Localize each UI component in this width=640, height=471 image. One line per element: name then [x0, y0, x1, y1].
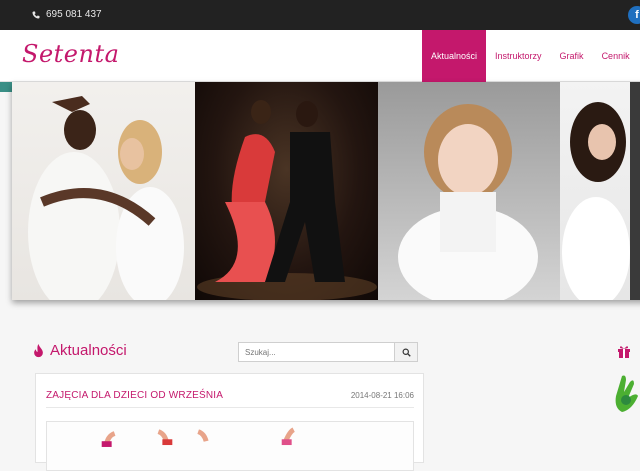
- site-logo[interactable]: Setenta: [22, 40, 119, 68]
- top-bar: 695 081 437 f: [0, 0, 640, 30]
- post-image[interactable]: [46, 421, 414, 471]
- facebook-icon[interactable]: f: [628, 6, 640, 24]
- section-title: Aktualności: [50, 342, 127, 359]
- nav-item-cennik[interactable]: Cennik: [593, 30, 639, 82]
- hero-gallery: [12, 82, 640, 300]
- hand-logo-icon: [612, 372, 640, 419]
- divider: [46, 407, 414, 408]
- photo-child-dancer: [378, 82, 560, 300]
- gift-icon: [618, 346, 630, 358]
- search-input[interactable]: [238, 342, 394, 362]
- nav-item-aktualnosci[interactable]: Aktualności: [422, 30, 487, 82]
- search-button[interactable]: [394, 342, 418, 362]
- flame-icon: [34, 343, 43, 357]
- phone-number: 695 081 437: [46, 9, 102, 20]
- news-section-header: Aktualności: [32, 342, 127, 359]
- phone-contact[interactable]: 695 081 437: [32, 9, 102, 20]
- search-form: [238, 342, 418, 362]
- sidebar-heading: [617, 344, 631, 363]
- search-icon: [402, 348, 411, 357]
- nav-item-grafik[interactable]: Grafik: [551, 30, 593, 82]
- main-navbar: Setenta Aktualności Instruktorzy Grafik …: [0, 30, 640, 82]
- photo-couple-dance: [12, 82, 195, 300]
- main-nav: Aktualności Instruktorzy Grafik Cennik K: [422, 30, 640, 82]
- post-date: 2014-08-21 16:06: [350, 391, 414, 400]
- photo-latin-dance: [195, 82, 378, 300]
- photo-wedding-dance: [560, 82, 640, 300]
- post-title[interactable]: ZAJĘCIA DLA DZIECI OD WRZEŚNIA: [46, 390, 223, 401]
- nav-item-instruktorzy[interactable]: Instruktorzy: [486, 30, 551, 82]
- phone-icon: [32, 11, 40, 18]
